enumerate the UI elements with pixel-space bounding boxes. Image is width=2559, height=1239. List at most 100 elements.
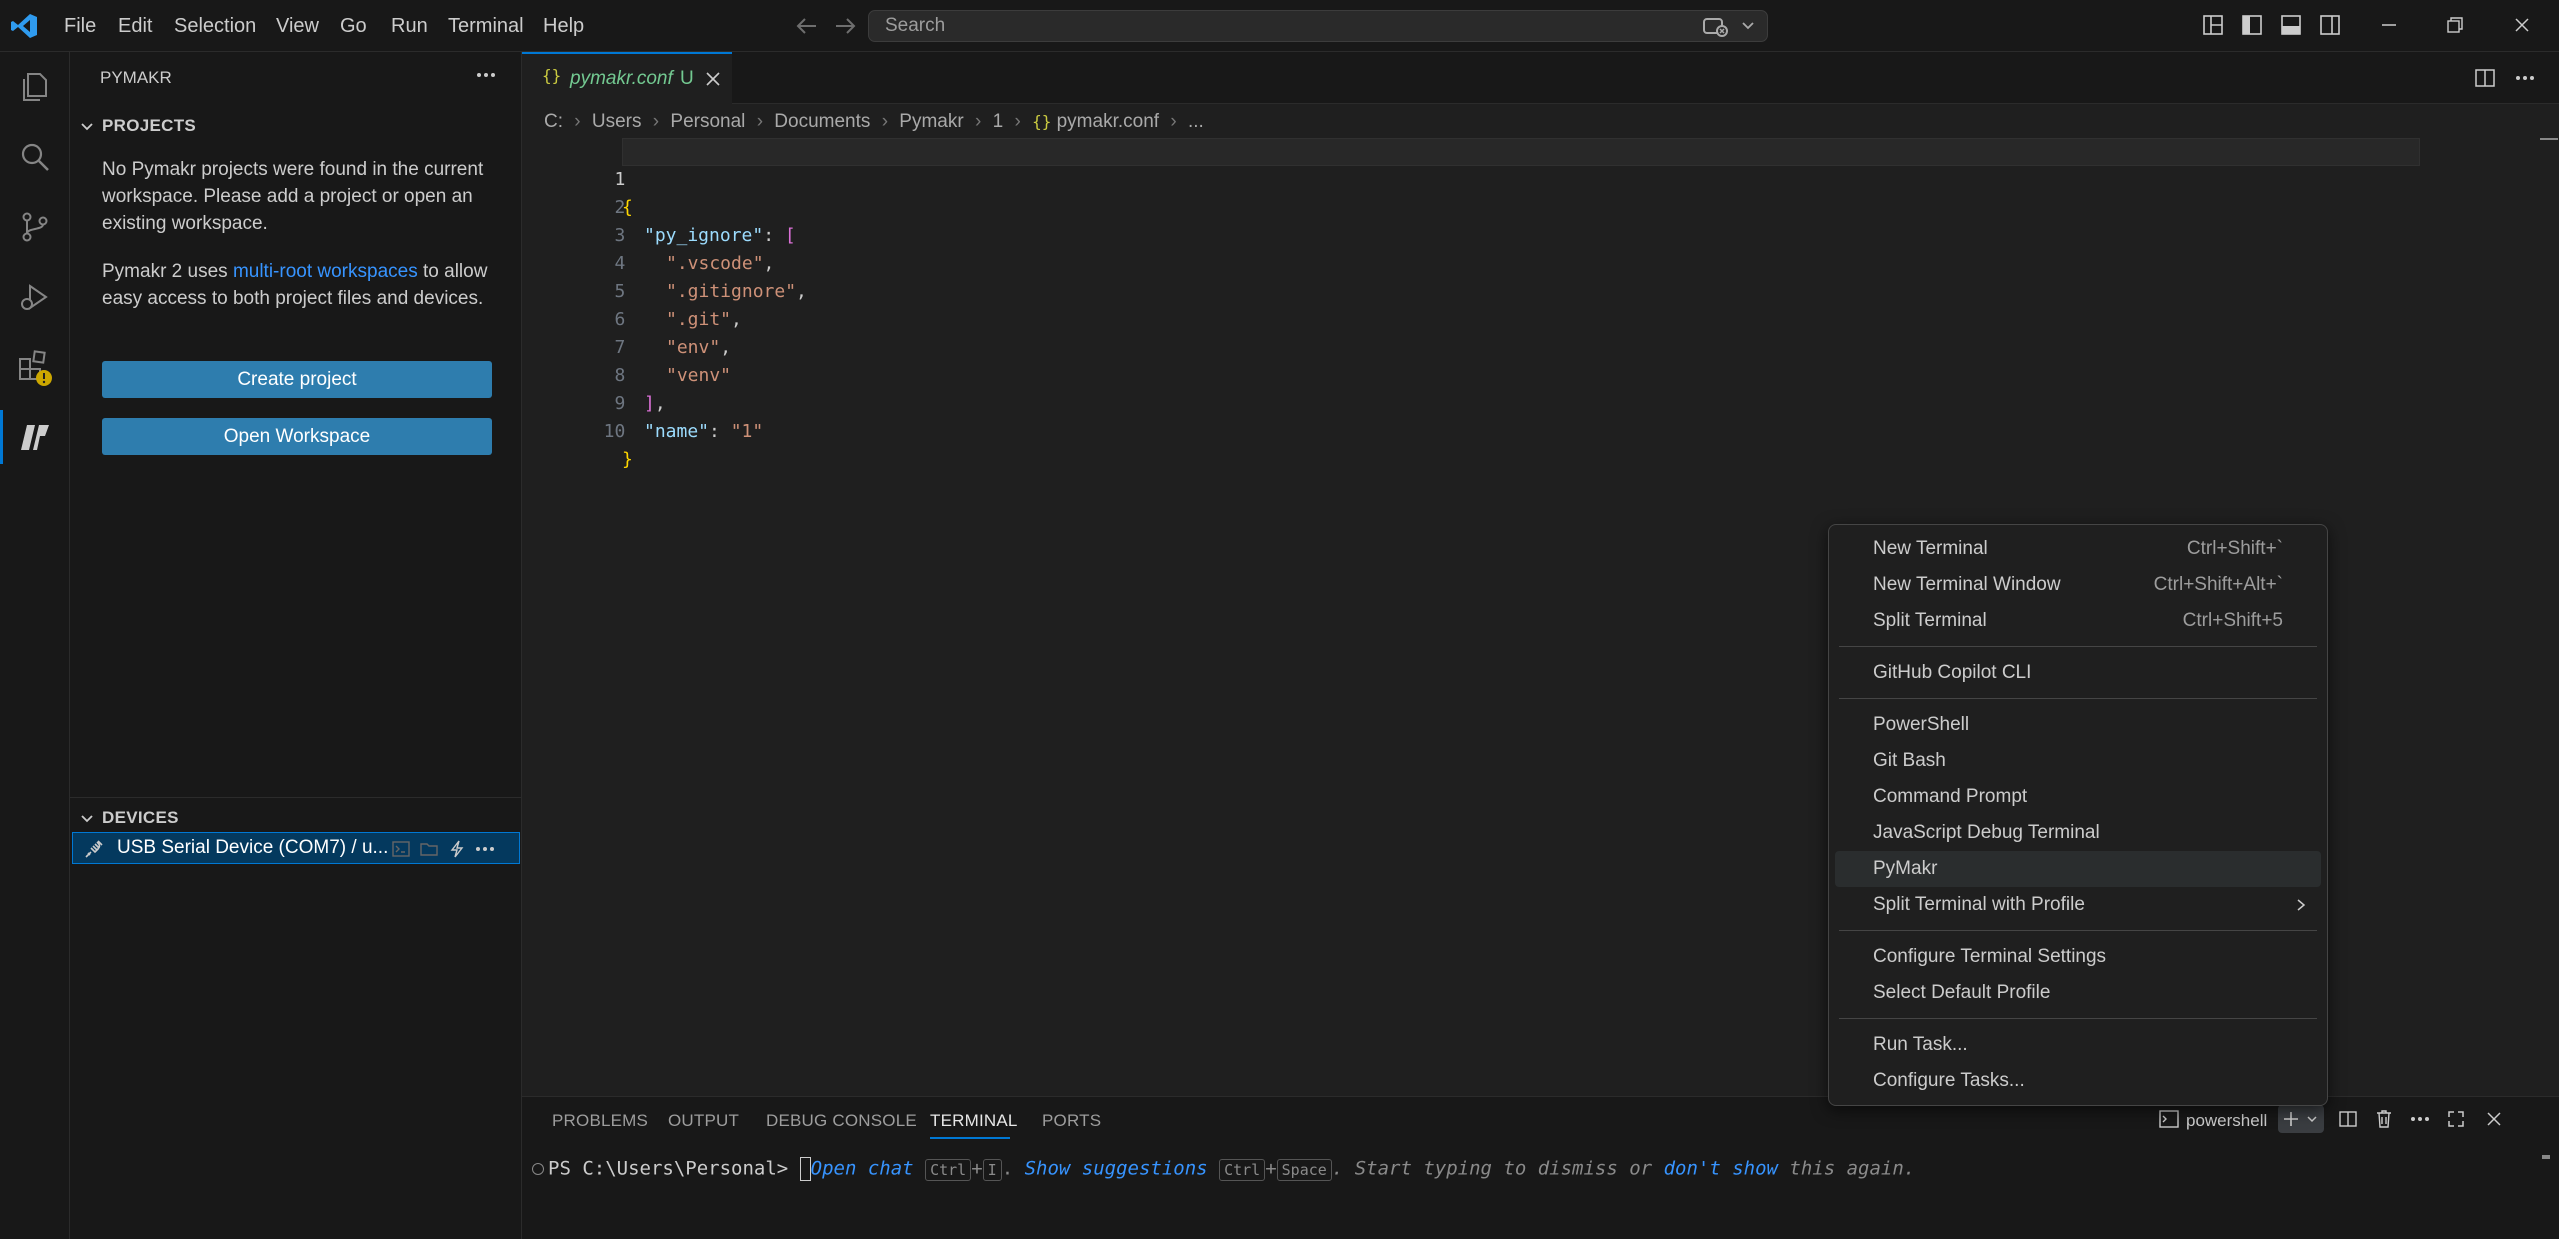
terminal-name[interactable]: powershell xyxy=(2186,1111,2267,1131)
menu-item-github-copilot-cli[interactable]: GitHub Copilot CLI xyxy=(1835,655,2321,691)
projects-section-header[interactable]: PROJECTS xyxy=(78,112,518,140)
tab-problems[interactable]: PROBLEMS xyxy=(552,1111,648,1131)
open-chat-link[interactable]: Open chat xyxy=(811,1158,914,1180)
menu-item-pymakr[interactable]: PyMakr xyxy=(1835,851,2321,887)
editor-more-icon[interactable] xyxy=(2515,73,2535,83)
source-control-icon[interactable] xyxy=(0,192,70,262)
menu-item-javascript-debug-terminal[interactable]: JavaScript Debug Terminal xyxy=(1835,815,2321,851)
json-file-icon: {} xyxy=(542,66,562,85)
command-center-search[interactable]: Search xyxy=(868,10,1768,42)
copilot-status-icon[interactable] xyxy=(1703,16,1729,38)
more-actions-icon[interactable] xyxy=(476,70,496,80)
token-brace: } xyxy=(622,449,633,470)
tab-ports[interactable]: PORTS xyxy=(1042,1111,1101,1131)
key-ctrl: Ctrl xyxy=(925,1158,972,1181)
close-tab-icon[interactable] xyxy=(704,70,722,88)
create-project-button[interactable]: Create project xyxy=(102,361,492,398)
multi-root-workspaces-link[interactable]: multi-root workspaces xyxy=(233,261,418,282)
show-suggestions-link[interactable]: Show suggestions xyxy=(1025,1158,1208,1180)
split-terminal-icon[interactable] xyxy=(2338,1109,2358,1129)
minimize-icon[interactable] xyxy=(2378,14,2400,36)
chevron-right-icon: › xyxy=(574,111,581,132)
device-more-icon[interactable] xyxy=(475,844,495,854)
lightning-icon[interactable] xyxy=(447,839,467,859)
code-line-10: 10 } xyxy=(522,390,2559,470)
menu-item-configure-terminal-settings[interactable]: Configure Terminal Settings xyxy=(1835,939,2321,975)
tab-debug-console[interactable]: DEBUG CONSOLE xyxy=(766,1111,917,1131)
split-editor-icon[interactable] xyxy=(2474,67,2496,89)
extensions-icon[interactable] xyxy=(0,332,70,402)
close-panel-icon[interactable] xyxy=(2484,1109,2504,1129)
breadcrumb-item[interactable]: Users xyxy=(592,111,642,132)
breadcrumb-item[interactable]: C: xyxy=(544,111,563,132)
toggle-primary-sidebar-icon[interactable] xyxy=(2241,14,2263,36)
menu-item-select-default-profile[interactable]: Select Default Profile xyxy=(1835,975,2321,1011)
menu-file[interactable]: File xyxy=(64,0,96,52)
activity-bar xyxy=(0,52,70,1239)
menu-item-new-terminal[interactable]: New Terminal Ctrl+Shift+` xyxy=(1835,531,2321,567)
open-workspace-button[interactable]: Open Workspace xyxy=(102,418,492,455)
terminal-icon[interactable] xyxy=(391,839,411,859)
folder-icon[interactable] xyxy=(419,839,439,859)
menu-edit[interactable]: Edit xyxy=(118,0,152,52)
tab-output[interactable]: OUTPUT xyxy=(668,1111,739,1131)
trash-icon[interactable] xyxy=(2374,1108,2394,1130)
plus-icon xyxy=(2282,1110,2300,1128)
menu-terminal[interactable]: Terminal xyxy=(448,0,524,52)
search-placeholder: Search xyxy=(885,15,946,36)
menu-item-new-terminal-window[interactable]: New Terminal Window Ctrl+Shift+Alt+` xyxy=(1835,567,2321,603)
chevron-right-icon xyxy=(2295,898,2307,912)
menu-item-command-prompt[interactable]: Command Prompt xyxy=(1835,779,2321,815)
editor-tabs-bar: {} pymakr.conf U xyxy=(522,52,2559,104)
menu-selection[interactable]: Selection xyxy=(174,0,256,52)
toggle-secondary-sidebar-icon[interactable] xyxy=(2319,14,2341,36)
devices-section-header[interactable]: DEVICES xyxy=(78,804,518,832)
panel-more-icon[interactable] xyxy=(2410,1114,2430,1124)
toggle-panel-icon[interactable] xyxy=(2280,14,2302,36)
customize-layout-icon[interactable] xyxy=(2202,14,2224,36)
menu-item-run-task[interactable]: Run Task... xyxy=(1835,1027,2321,1063)
tab-terminal[interactable]: TERMINAL xyxy=(930,1111,1018,1131)
breadcrumb-item[interactable]: pymakr.conf xyxy=(1057,111,1159,132)
menu-separator xyxy=(1839,1018,2317,1019)
token-string: "1" xyxy=(730,421,764,442)
menu-item-powershell[interactable]: PowerShell xyxy=(1835,707,2321,743)
chevron-right-icon: › xyxy=(974,111,982,132)
menu-go[interactable]: Go xyxy=(340,0,367,52)
tab-pymakr-conf[interactable]: {} pymakr.conf U xyxy=(522,52,732,104)
menu-run[interactable]: Run xyxy=(391,0,428,52)
new-terminal-button[interactable] xyxy=(2278,1105,2324,1133)
menu-item-split-terminal[interactable]: Split Terminal Ctrl+Shift+5 xyxy=(1835,603,2321,639)
maximize-panel-icon[interactable] xyxy=(2446,1109,2466,1129)
breadcrumb-item[interactable]: ... xyxy=(1188,111,1204,132)
device-row[interactable]: USB Serial Device (COM7) / u... xyxy=(72,832,520,864)
chevron-down-icon[interactable] xyxy=(1741,19,1755,33)
code-line-1: 1 { xyxy=(522,138,2559,218)
code-line-2: 2 "py_ignore": [ xyxy=(522,166,2559,246)
breadcrumb-item[interactable]: Personal xyxy=(670,111,745,132)
explorer-icon[interactable] xyxy=(0,52,70,122)
menu-item-label: Configure Tasks... xyxy=(1873,1070,2025,1091)
menu-help[interactable]: Help xyxy=(543,0,584,52)
back-arrow-icon[interactable] xyxy=(796,16,818,36)
close-window-icon[interactable] xyxy=(2511,14,2533,36)
hint-dismiss-text: . Start typing to dismiss or xyxy=(1331,1157,1653,1180)
restore-icon[interactable] xyxy=(2444,14,2466,36)
chevron-right-icon: › xyxy=(881,111,889,132)
menu-item-git-bash[interactable]: Git Bash xyxy=(1835,743,2321,779)
terminal-output[interactable]: PS C:\Users\Personal> Open chat Ctrl + I. … xyxy=(532,1157,1915,1181)
breadcrumb-item[interactable]: Documents xyxy=(774,111,870,132)
menu-item-configure-tasks[interactable]: Configure Tasks... xyxy=(1835,1063,2321,1099)
breadcrumb-item[interactable]: 1 xyxy=(993,111,1004,132)
forward-arrow-icon[interactable] xyxy=(834,16,856,36)
menu-item-label: New Terminal Window xyxy=(1873,574,2061,595)
pymakr-icon[interactable] xyxy=(0,402,70,472)
dont-show-link[interactable]: don't show xyxy=(1664,1158,1778,1180)
token-key: "name" xyxy=(644,421,710,442)
menu-item-shortcut: Ctrl+Shift+Alt+` xyxy=(2153,574,2283,595)
run-debug-icon[interactable] xyxy=(0,262,70,332)
breadcrumb-item[interactable]: Pymakr xyxy=(899,111,963,132)
menu-item-split-terminal-with-profile[interactable]: Split Terminal with Profile xyxy=(1835,887,2321,923)
menu-view[interactable]: View xyxy=(276,0,319,52)
search-icon[interactable] xyxy=(0,122,70,192)
